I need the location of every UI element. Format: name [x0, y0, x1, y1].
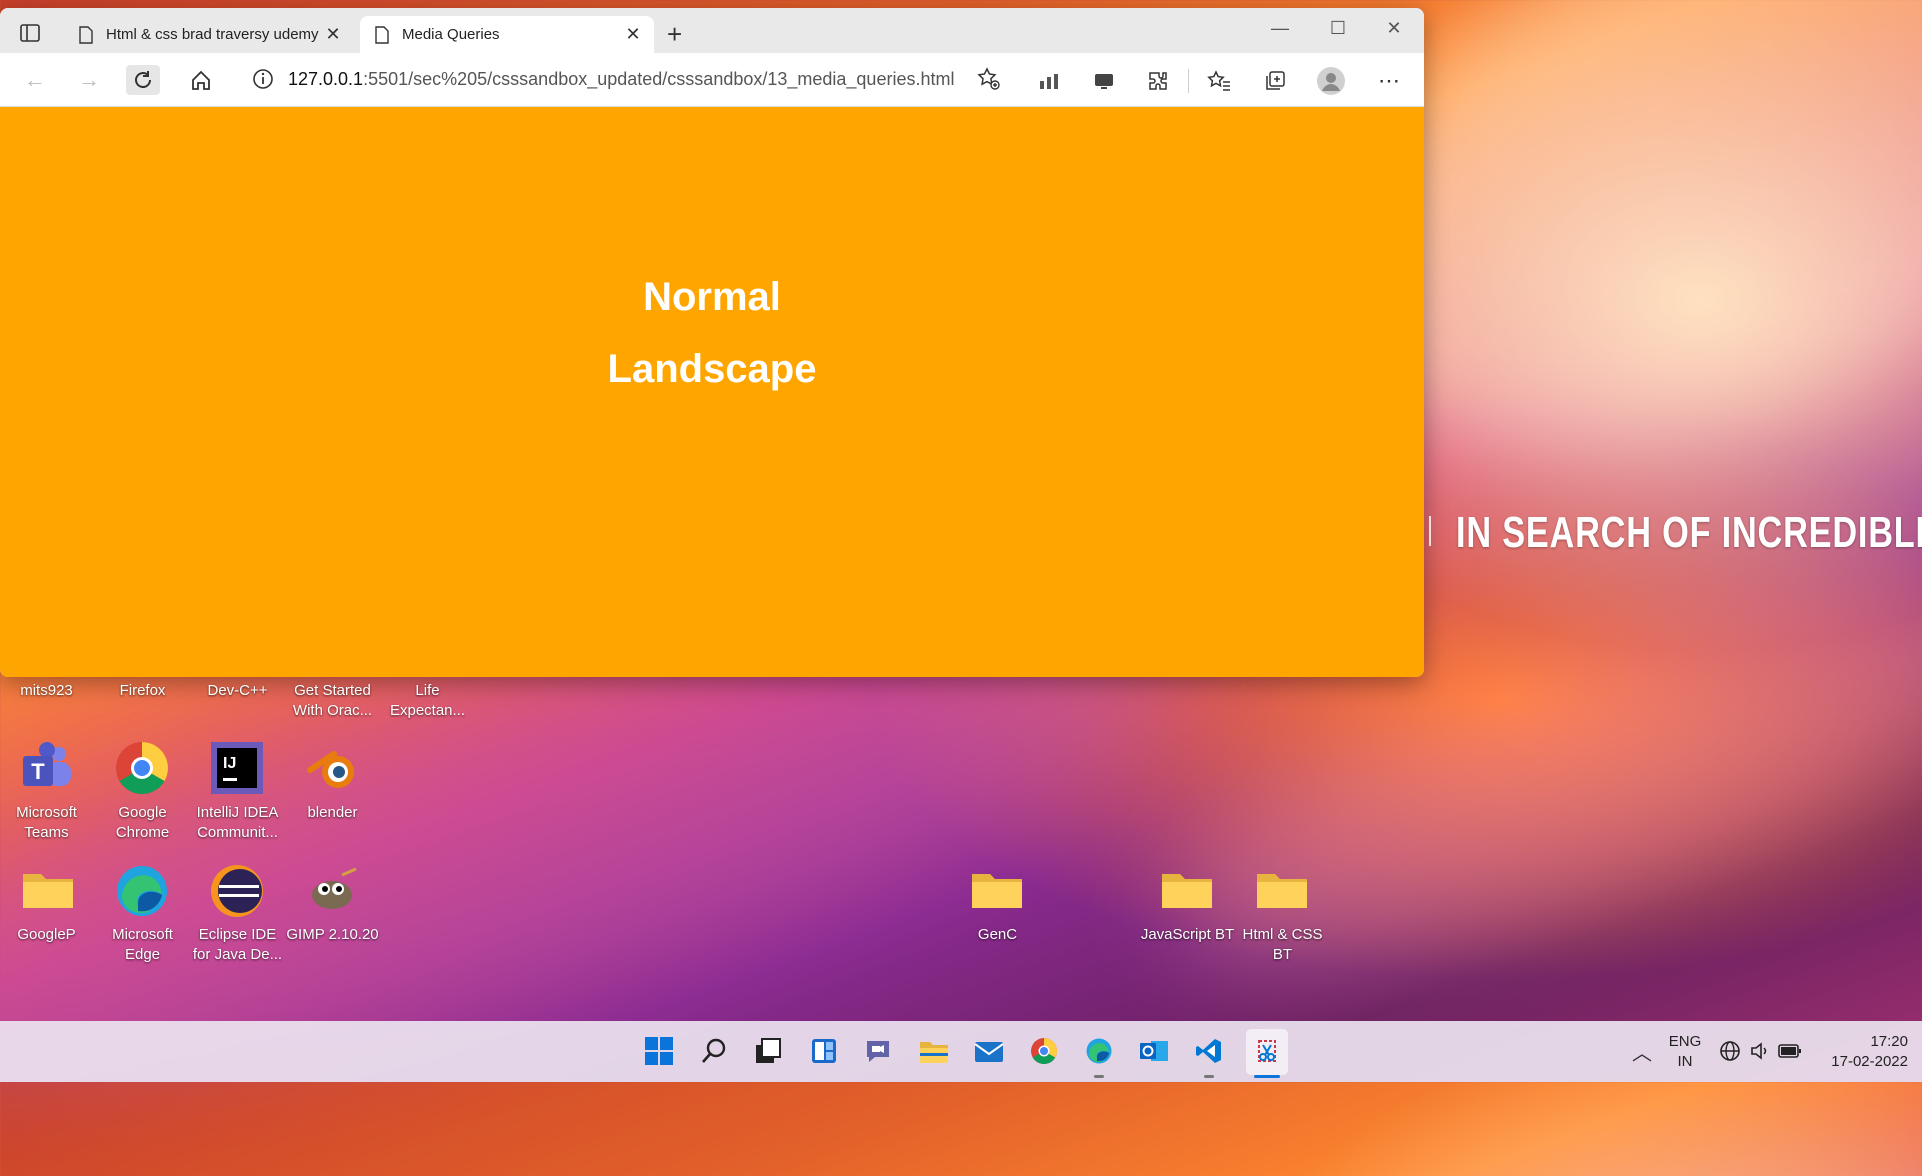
- back-icon[interactable]: ←: [18, 65, 52, 95]
- heading-landscape: Landscape: [607, 347, 817, 391]
- icon-label: blender: [307, 804, 358, 821]
- clock-time: 17:20: [1870, 1033, 1908, 1050]
- desktop-icon-firefox[interactable]: Firefox: [95, 681, 190, 701]
- chrome-taskbar-icon[interactable]: [1028, 1035, 1060, 1067]
- running-indicator: [1204, 1075, 1214, 1078]
- desktop-icon-devcpp[interactable]: Dev-C++: [190, 681, 285, 701]
- folder-icon: [1162, 874, 1212, 908]
- eclipse-icon: [211, 865, 263, 917]
- icon-label: Html & CSS BT: [1242, 926, 1323, 963]
- new-tab-button[interactable]: +: [667, 21, 682, 47]
- active-indicator: [1254, 1075, 1280, 1078]
- svg-text:T: T: [31, 759, 45, 784]
- language-code: ENG: [1668, 1033, 1702, 1050]
- tab-html-css[interactable]: Html & css brad traversy udemy ✕: [64, 16, 354, 53]
- volume-icon[interactable]: [1744, 1035, 1776, 1067]
- edge-icon: [117, 866, 167, 916]
- icon-label: GoogleP: [17, 926, 76, 943]
- home-icon[interactable]: [184, 65, 218, 95]
- battery-icon[interactable]: [1774, 1035, 1806, 1067]
- clock-date: 17-02-2022: [1831, 1053, 1908, 1070]
- folder-icon: [23, 874, 73, 908]
- chat-icon[interactable]: [862, 1035, 894, 1067]
- forward-icon[interactable]: →: [72, 65, 106, 95]
- performance-icon[interactable]: [1034, 66, 1064, 96]
- clock[interactable]: 17:20 17-02-2022: [1808, 1032, 1908, 1072]
- running-indicator: [1094, 1075, 1104, 1078]
- extensions-icon[interactable]: [1143, 66, 1173, 96]
- start-icon[interactable]: [643, 1035, 675, 1067]
- folder-icon: [1257, 874, 1307, 908]
- close-window-button[interactable]: ✕: [1374, 18, 1414, 39]
- icon-label: IntelliJ IDEA Communit...: [196, 804, 279, 841]
- teams-icon: T: [23, 742, 71, 786]
- reload-icon[interactable]: [126, 65, 160, 95]
- icon-label: GenC: [977, 926, 1018, 943]
- tab-title: Html & css brad traversy udemy: [106, 26, 319, 43]
- desktop-icon-life-expectancy[interactable]: Life Expectan...: [380, 681, 475, 721]
- url-path: :5501/sec%205/csssandbox_updated/csssand…: [363, 68, 955, 89]
- edge-taskbar-icon[interactable]: [1083, 1035, 1115, 1067]
- file-explorer-icon[interactable]: [918, 1035, 950, 1067]
- url-host: 127.0.0.1: [288, 68, 364, 89]
- toolbar-divider: [1188, 69, 1189, 93]
- tagline-divider: [1429, 516, 1431, 546]
- icon-label: Microsoft Teams: [16, 804, 77, 841]
- icon-label: Eclipse IDE for Java De...: [192, 926, 283, 963]
- gimp-icon: [312, 867, 357, 909]
- page-icon: [375, 25, 389, 44]
- tab-bar: Html & css brad traversy udemy ✕ Media Q…: [0, 8, 1424, 53]
- info-icon[interactable]: [252, 68, 274, 90]
- vscode-icon[interactable]: [1193, 1035, 1225, 1067]
- address-bar[interactable]: 127.0.0.1:5501/sec%205/csssandbox_update…: [236, 59, 1012, 99]
- mail-icon[interactable]: [973, 1035, 1005, 1067]
- url-text[interactable]: 127.0.0.1:5501/sec%205/csssandbox_update…: [288, 69, 976, 90]
- close-tab-icon[interactable]: ✕: [622, 24, 644, 45]
- add-favorite-icon[interactable]: [976, 66, 1002, 92]
- desktop-icon-oracle[interactable]: Get Started With Orac...: [285, 681, 380, 721]
- tab-title: Media Queries: [402, 26, 500, 43]
- chrome-icon: [116, 742, 168, 794]
- close-tab-icon[interactable]: ✕: [322, 24, 344, 45]
- collections-icon[interactable]: [1260, 66, 1290, 96]
- folder-icon: [972, 874, 1022, 908]
- outlook-icon[interactable]: [1138, 1035, 1170, 1067]
- maximize-button[interactable]: ☐: [1318, 18, 1358, 39]
- snipping-tool-icon[interactable]: [1251, 1035, 1283, 1067]
- profile-avatar[interactable]: [1316, 66, 1346, 96]
- page-viewport: Normal Landscape: [0, 107, 1424, 677]
- language-indicator[interactable]: ENG IN: [1664, 1032, 1706, 1072]
- tab-actions-icon[interactable]: [12, 21, 48, 45]
- icon-label: GIMP 2.10.20: [286, 926, 379, 943]
- blender-icon: [307, 751, 354, 788]
- search-icon[interactable]: [698, 1035, 730, 1067]
- desktop-icon-mits923[interactable]: mits923: [0, 681, 94, 701]
- region-code: IN: [1677, 1053, 1693, 1070]
- browser-window: Html & css brad traversy udemy ✕ Media Q…: [0, 8, 1424, 677]
- heading-normal: Normal: [643, 275, 781, 319]
- tab-media-queries[interactable]: Media Queries ✕: [360, 16, 654, 53]
- icon-label: Microsoft Edge: [112, 926, 173, 963]
- chevron-up-icon[interactable]: ︿: [1626, 1035, 1658, 1067]
- network-icon[interactable]: [1714, 1035, 1746, 1067]
- icon-label: JavaScript BT: [1140, 926, 1235, 943]
- svg-text:IJ: IJ: [223, 755, 236, 772]
- address-toolbar: ← → 127.0.0.1:5501/sec%205/csssandbox_up…: [0, 53, 1424, 107]
- more-options-icon[interactable]: ⋯: [1374, 66, 1404, 96]
- intellij-icon: IJ: [211, 742, 263, 794]
- page-icon: [79, 25, 93, 44]
- icon-label: Google Chrome: [115, 804, 170, 841]
- task-view-icon[interactable]: [752, 1035, 784, 1067]
- screen-cast-icon[interactable]: [1089, 66, 1119, 96]
- wallpaper-tagline: IN SEARCH OF INCREDIBLE: [1456, 508, 1922, 557]
- favorites-icon[interactable]: [1204, 66, 1234, 96]
- taskbar: ︿ ENG IN 17:20 17-02-2022: [0, 1021, 1922, 1082]
- widgets-icon[interactable]: [808, 1035, 840, 1067]
- minimize-button[interactable]: —: [1260, 18, 1300, 39]
